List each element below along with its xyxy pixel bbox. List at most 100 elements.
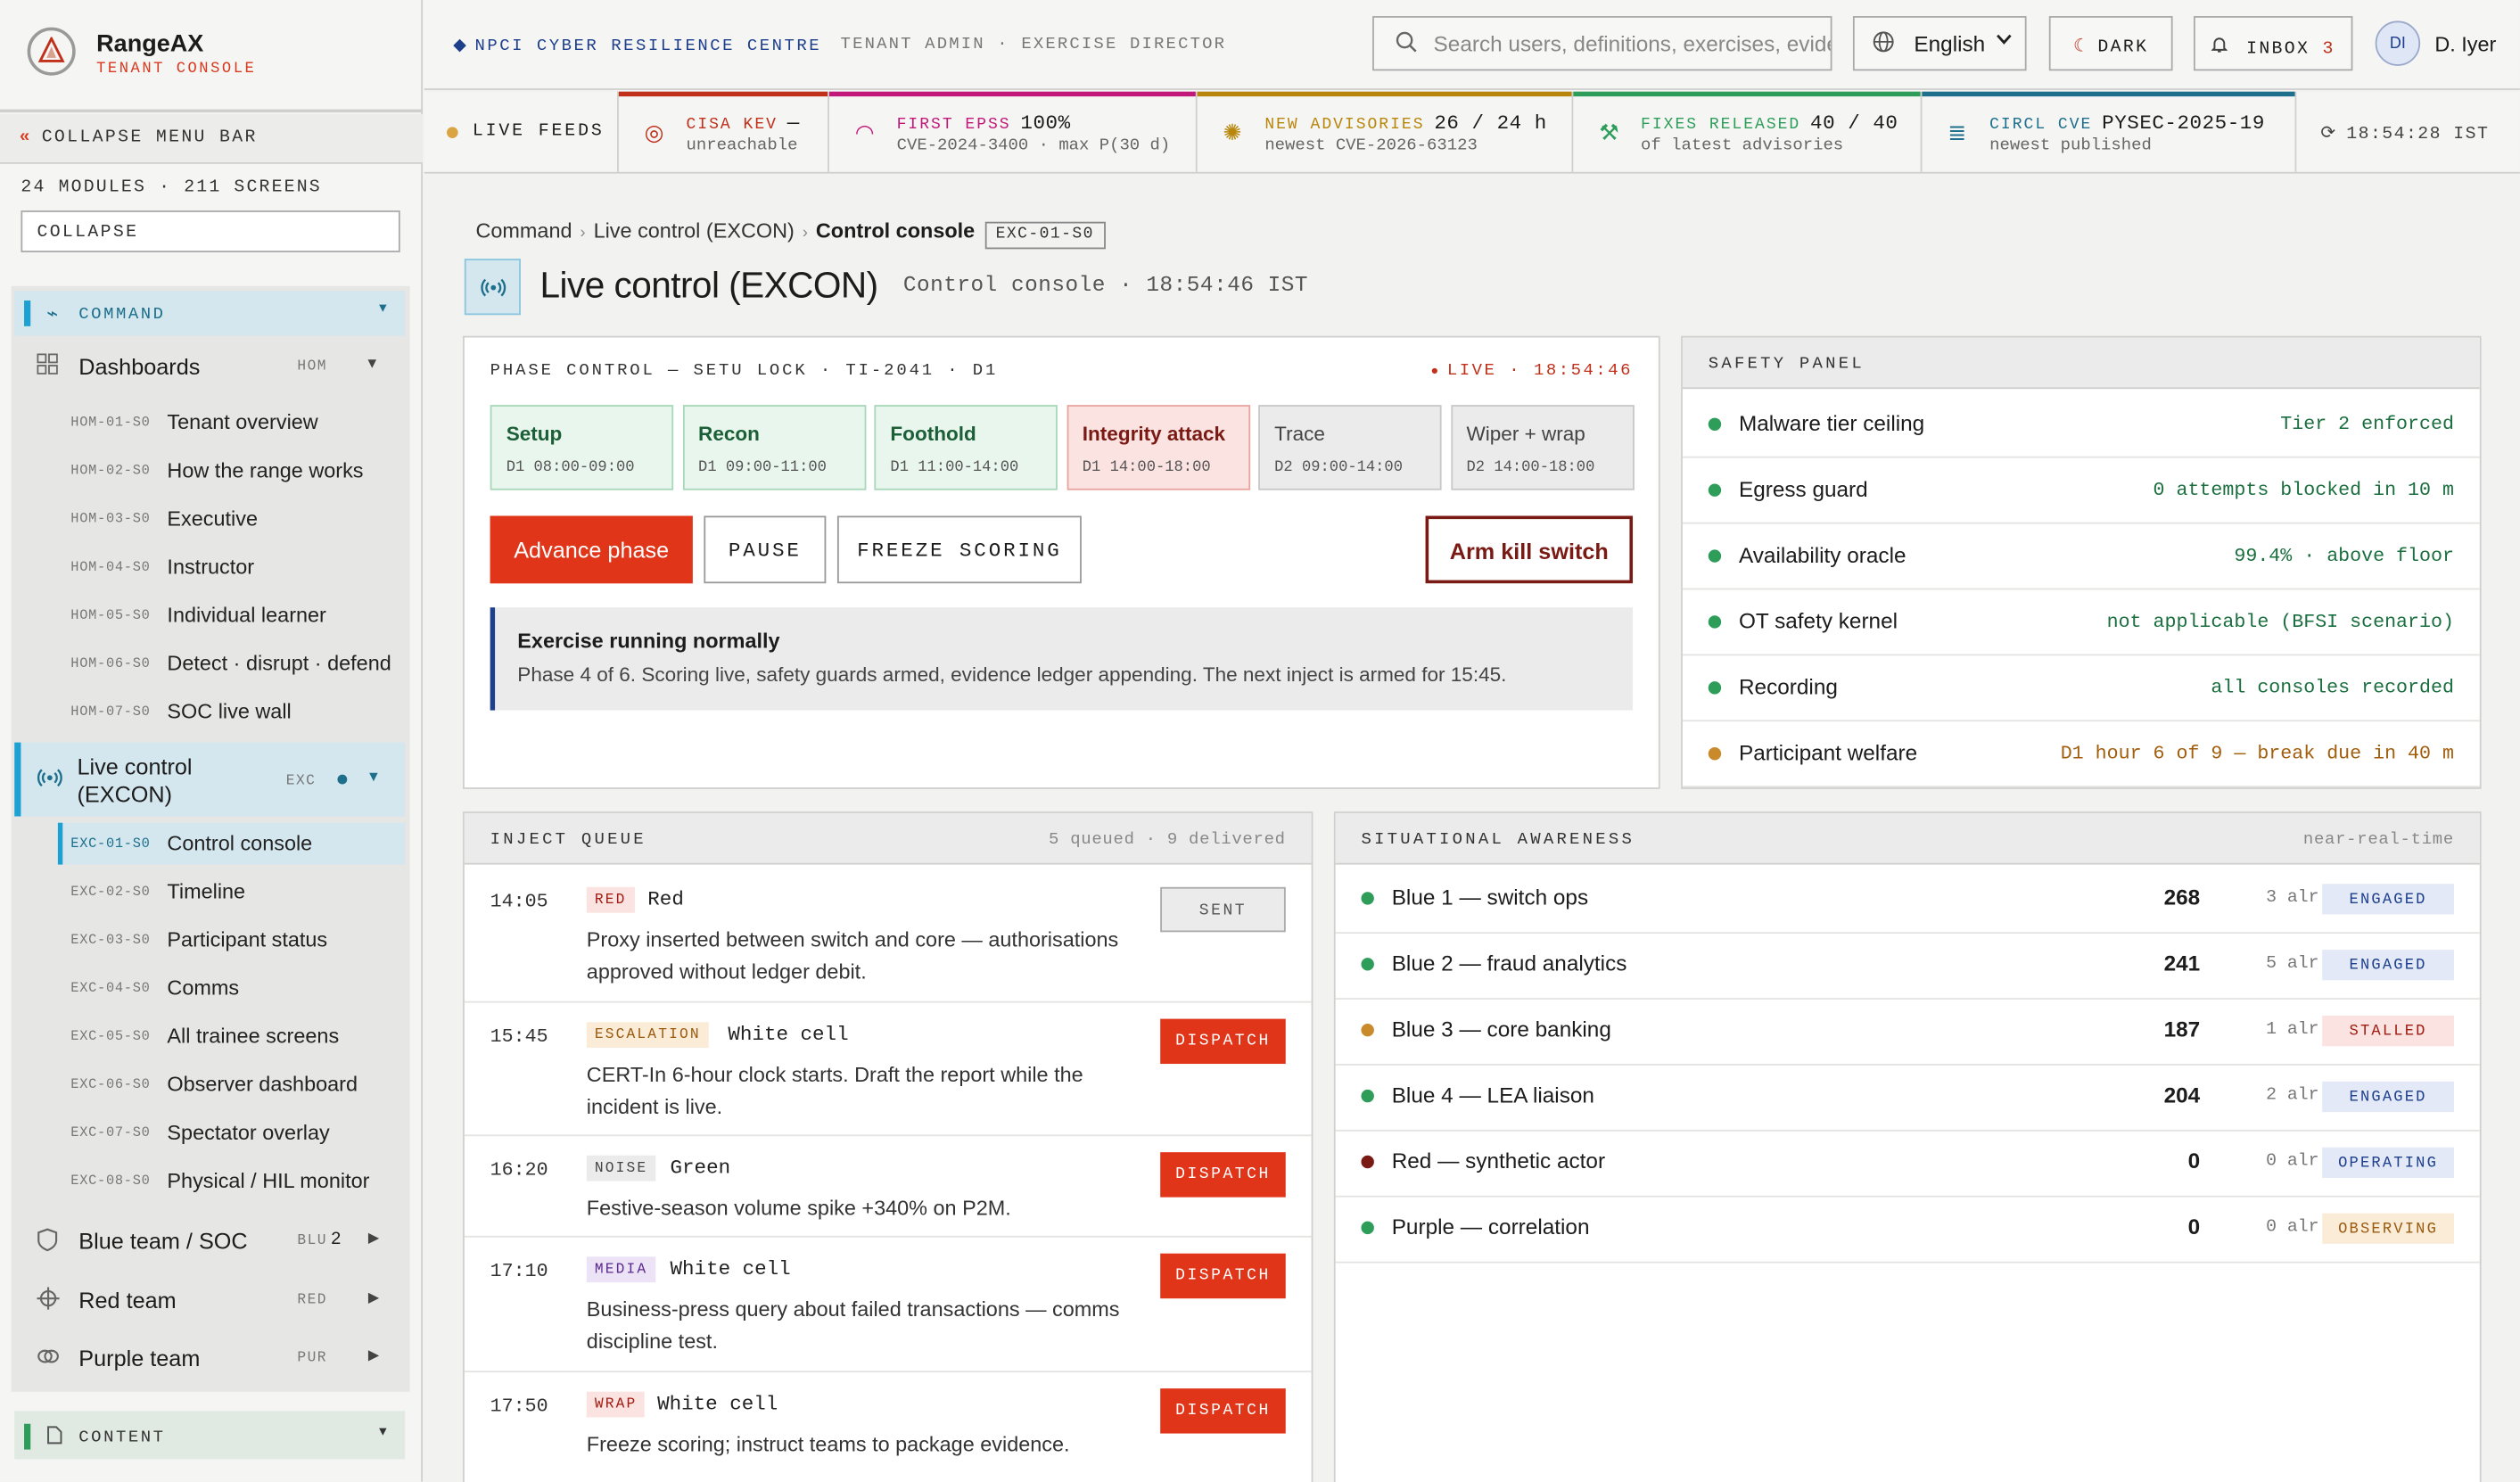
sidebar-subitem[interactable]: EXC-05-S0 All trainee screens (58, 1016, 405, 1058)
phase-step[interactable]: Setup D1 08:00-09:00 (490, 405, 674, 490)
phase-time: D2 14:00-18:00 (1466, 457, 1595, 476)
team-row[interactable]: Blue 4 — LEA liaison 204 2 alr ENGAGED (1335, 1066, 2480, 1132)
sidebar-subitem[interactable]: HOM-07-S0 SOC live wall (58, 691, 405, 733)
team-alerts: 3 alr (2266, 888, 2319, 909)
feed-subtitle: CVE-2024-3400 · max P(30 d) (896, 136, 1171, 156)
safety-value: Tier 2 enforced (2280, 413, 2454, 436)
collapse-menu-button[interactable]: « COLLAPSE MENU BAR (0, 113, 423, 164)
avatar[interactable]: DI (2375, 21, 2421, 66)
sidebar-subitem-label: Spectator overlay (167, 1120, 330, 1145)
team-status-dot (1361, 1089, 1374, 1103)
phase-step[interactable]: Recon D1 09:00-11:00 (682, 405, 866, 490)
sidebar-item-label: Dashboards (78, 353, 201, 380)
sidebar-item-dashboards[interactable]: Dashboards HOM ▼ (14, 353, 405, 385)
language-select[interactable]: English (1852, 16, 2027, 71)
collapse-field[interactable]: COLLAPSE (21, 210, 400, 252)
feed-title: NEW ADVISORIES (1264, 117, 1425, 136)
user-name[interactable]: D. Iyer (2434, 32, 2496, 56)
sidebar-subitem[interactable]: HOM-02-S0 How the range works (58, 450, 405, 492)
breadcrumb-command[interactable]: Command (475, 218, 572, 243)
feed-card[interactable]: ◎ CISA KEV — unreachable (618, 91, 829, 172)
inject-time: 16:20 (490, 1158, 548, 1181)
live-control-label-line1: Live control (77, 753, 193, 780)
live-feeds-bar: LIVE FEEDS ◎ CISA KEV — unreachable ◠ FIRST E… (424, 91, 2520, 174)
safety-label: OT safety kernel (1738, 609, 1898, 634)
team-row[interactable]: Red — synthetic actor 0 0 alr OPERATING (1335, 1132, 2480, 1198)
sidebar-subitem[interactable]: HOM-04-S0 Instructor (58, 547, 405, 589)
sidebar-subitem[interactable]: HOM-03-S0 Executive (58, 498, 405, 540)
status-dot (1708, 747, 1722, 761)
pause-button[interactable]: PAUSE (704, 515, 827, 584)
module-count: 24 MODULES · 211 SCREENS (21, 178, 322, 198)
sidebar-subitem[interactable]: HOM-06-S0 Detect · disrupt · defend (58, 643, 405, 685)
screen-code: EXC-01-S0 (70, 836, 151, 852)
sidebar-subitem-active[interactable]: EXC-01-S0 Control console (57, 822, 406, 865)
sidebar-item-label: Red team (78, 1287, 177, 1313)
organization-label: NPCI CYBER RESILIENCE CENTRE (474, 37, 822, 57)
advance-phase-button[interactable]: Advance phase (490, 515, 693, 584)
dispatch-button[interactable]: DISPATCH (1160, 1388, 1286, 1434)
crosshair-icon (37, 1287, 60, 1315)
module-code: PUR (297, 1349, 327, 1366)
dispatch-button[interactable]: DISPATCH (1160, 1152, 1286, 1198)
sidebar-item-label: Purple team (78, 1345, 201, 1371)
feed-subtitle: newest CVE-2026-63123 (1264, 136, 1478, 156)
live-feeds-label: LIVE FEEDS (424, 91, 619, 172)
inbox-button[interactable]: INBOX 3 (2194, 16, 2353, 71)
feed-card[interactable]: ◠ FIRST EPSS 100% CVE-2024-3400 · max P(30 … (828, 91, 1198, 172)
sidebar-subitem[interactable]: EXC-04-S0 Comms (58, 967, 405, 1009)
feed-title: CISA KEV (686, 117, 778, 136)
breadcrumb: Command › Live control (EXCON) › Control con… (475, 218, 1106, 250)
breadcrumb-live-control[interactable]: Live control (EXCON) (594, 218, 795, 243)
team-name: Blue 1 — switch ops (1391, 885, 1589, 910)
feed-subtitle: newest published (1989, 136, 2152, 156)
sent-status-button[interactable]: SENT (1160, 886, 1286, 933)
team-row[interactable]: Blue 3 — core banking 187 1 alr STALLED (1335, 1000, 2480, 1066)
screen-code: HOM-04-S0 (70, 559, 151, 576)
sidebar-subitem[interactable]: EXC-02-S0 Timeline (58, 871, 405, 913)
phase-step[interactable]: Integrity attack D1 14:00-18:00 (1066, 405, 1250, 490)
team-state-badge: STALLED (2322, 1015, 2454, 1047)
sidebar-subitem[interactable]: EXC-03-S0 Participant status (58, 919, 405, 961)
phase-name: Trace (1274, 422, 1325, 446)
team-row[interactable]: Blue 2 — fraud analytics 241 5 alr ENGAGED (1335, 934, 2480, 1000)
sidebar-subitem-label: All trainee screens (167, 1024, 340, 1049)
dispatch-button[interactable]: DISPATCH (1160, 1018, 1286, 1065)
search-input[interactable]: Search users, definitions, exercises, ev… (1372, 16, 1832, 71)
phase-step[interactable]: Trace D2 09:00-14:00 (1258, 405, 1442, 490)
dispatch-button[interactable]: DISPATCH (1160, 1253, 1286, 1299)
phase-step[interactable]: Foothold D1 11:00-14:00 (874, 405, 1058, 490)
dark-mode-button[interactable]: ☾ DARK (2048, 16, 2173, 71)
arm-kill-switch-button[interactable]: Arm kill switch (1425, 515, 1634, 584)
team-row[interactable]: Blue 1 — switch ops 268 3 alr ENGAGED (1335, 868, 2480, 934)
sidebar-subitem-label: Physical / HIL monitor (167, 1168, 370, 1193)
team-alerts: 2 alr (2266, 1086, 2319, 1106)
sidebar-subitem[interactable]: HOM-05-S0 Individual learner (58, 595, 405, 637)
bell-icon (2211, 37, 2240, 60)
sidebar-subitem[interactable]: EXC-06-S0 Observer dashboard (58, 1064, 405, 1106)
feed-card[interactable]: ⚒ FIXES RELEASED 40 / 40 of latest advisori… (1573, 91, 1923, 172)
team-state-badge: ENGAGED (2322, 1081, 2454, 1113)
sidebar-item-red-team[interactable]: Red team RED ▶ (14, 1287, 405, 1320)
team-row[interactable]: Purple — correlation 0 0 alr OBSERVING (1335, 1198, 2480, 1264)
sidebar-subitem[interactable]: EXC-07-S0 Spectator overlay (58, 1112, 405, 1154)
broadcast-icon (37, 765, 62, 795)
feed-card[interactable]: ≣ CIRCL CVE PYSEC-2025-19 newest published (1922, 91, 2297, 172)
feed-card[interactable]: ✺ NEW ADVISORIES 26 / 24 h newest CVE-2026-… (1197, 91, 1574, 172)
sidebar-item-blue-team[interactable]: Blue team / SOC BLU 2 ▶ (14, 1228, 405, 1260)
inbox-count: 3 (2322, 40, 2335, 60)
sidebar-subitem[interactable]: HOM-01-S0 Tenant overview (58, 402, 405, 444)
freeze-scoring-button[interactable]: FREEZE SCORING (836, 515, 1082, 584)
section-command[interactable]: ⌁ COMMAND ▼ (14, 291, 406, 336)
sidebar-subitem[interactable]: EXC-08-S0 Physical / HIL monitor (58, 1160, 405, 1202)
sidebar-item-purple-team[interactable]: Purple team PUR ▶ (14, 1345, 405, 1377)
team-status-dot (1361, 1024, 1374, 1037)
phase-step[interactable]: Wiper + wrap D2 14:00-18:00 (1450, 405, 1634, 490)
wrench-icon: ⚒ (1599, 119, 1619, 145)
sidebar-item-live-control[interactable]: Live control (EXCON) EXC ▼ (14, 742, 406, 817)
section-command-label: COMMAND (78, 305, 166, 325)
section-content[interactable]: CONTENT ▼ (14, 1411, 406, 1460)
screen-code: EXC-05-S0 (70, 1028, 151, 1045)
inject-row: 14:05 RED Red Proxy inserted between switch… (464, 868, 1312, 1003)
brand: RangeAX TENANT CONSOLE (0, 0, 423, 113)
